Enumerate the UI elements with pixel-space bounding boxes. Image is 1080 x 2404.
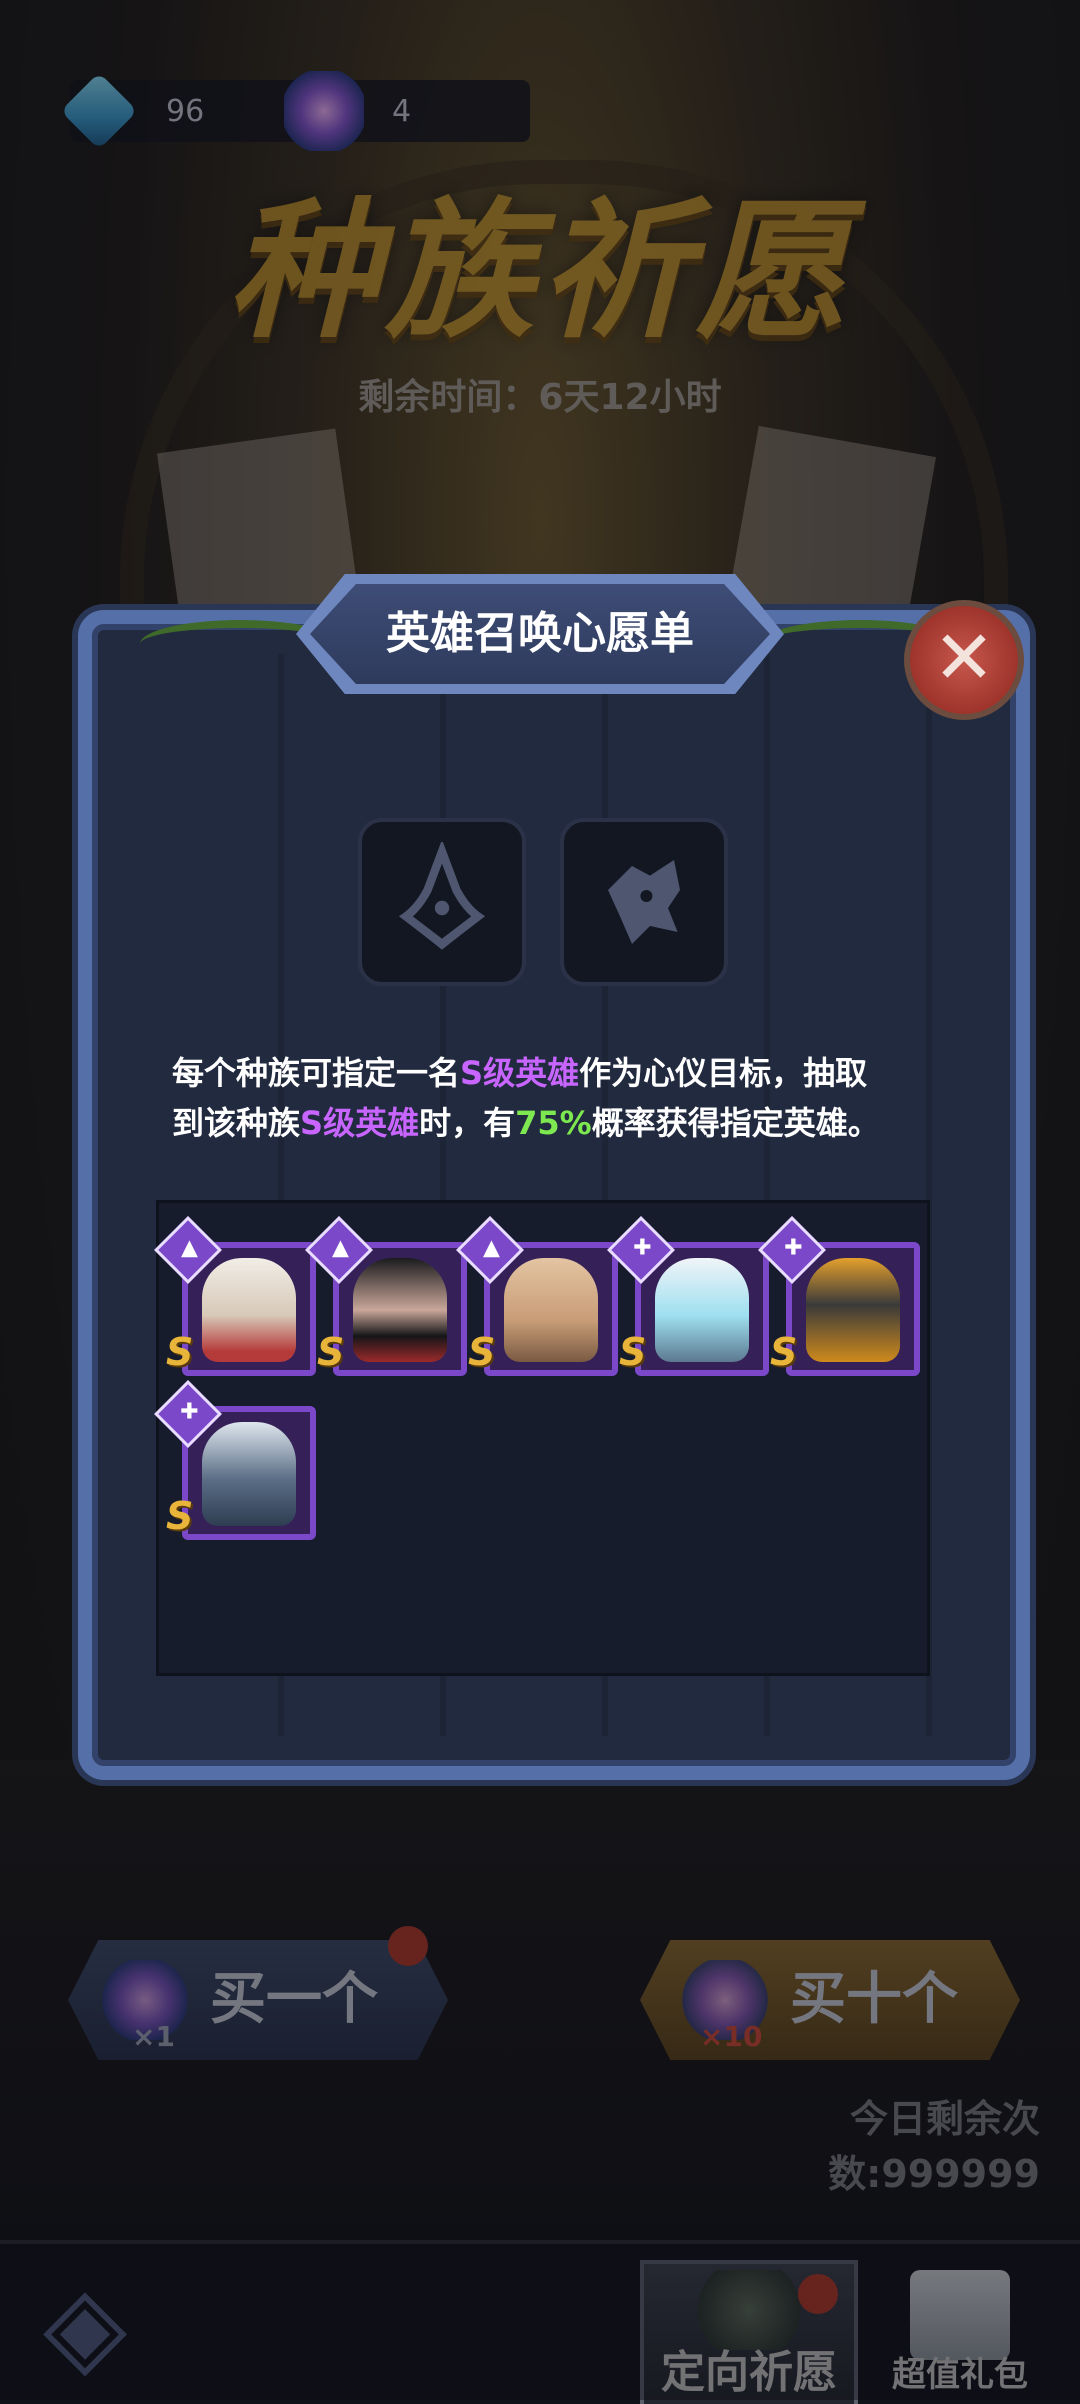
description-line-1: 每个种族可指定一名S级英雄作为心仪目标，抽取 bbox=[172, 1048, 932, 1098]
s-grade-badge: S bbox=[166, 1494, 194, 1538]
race-slot-wizard[interactable] bbox=[358, 818, 526, 986]
probability-highlight: 75% bbox=[515, 1104, 592, 1142]
hero-portrait bbox=[655, 1258, 749, 1362]
description-line-2: 到该种族S级英雄时，有75%概率获得指定英雄。 bbox=[172, 1098, 932, 1148]
s-grade-badge: S bbox=[317, 1330, 345, 1374]
race-slot-beast[interactable] bbox=[560, 818, 728, 986]
s-grade-badge: S bbox=[166, 1330, 194, 1374]
s-grade-badge: S bbox=[770, 1330, 798, 1374]
desc-text: 作为心仪目标，抽取 bbox=[579, 1054, 868, 1092]
s-grade-badge: S bbox=[468, 1330, 496, 1374]
s-grade-highlight: S级英雄 bbox=[300, 1104, 420, 1142]
wizard-hat-icon bbox=[398, 842, 486, 950]
modal-title: 英雄召唤心愿单 bbox=[386, 608, 694, 659]
close-button[interactable]: ✕ bbox=[904, 600, 1024, 720]
s-grade-highlight: S级英雄 bbox=[460, 1054, 580, 1092]
desc-text: 概率获得指定英雄。 bbox=[591, 1104, 880, 1142]
close-x-icon: ✕ bbox=[932, 615, 995, 701]
hero-portrait bbox=[504, 1258, 598, 1362]
desc-text: 每个种族可指定一名 bbox=[172, 1054, 461, 1092]
desc-text: 时，有 bbox=[419, 1104, 516, 1142]
s-grade-badge: S bbox=[619, 1330, 647, 1374]
desc-text: 到该种族 bbox=[172, 1104, 301, 1142]
hero-portrait bbox=[353, 1258, 447, 1362]
hero-portrait bbox=[202, 1422, 296, 1526]
wishlist-description: 每个种族可指定一名S级英雄作为心仪目标，抽取 到该种族S级英雄时，有75%概率获… bbox=[172, 1048, 932, 1148]
wolf-head-icon bbox=[608, 860, 680, 944]
hero-portrait bbox=[202, 1258, 296, 1362]
hero-portrait bbox=[806, 1258, 900, 1362]
